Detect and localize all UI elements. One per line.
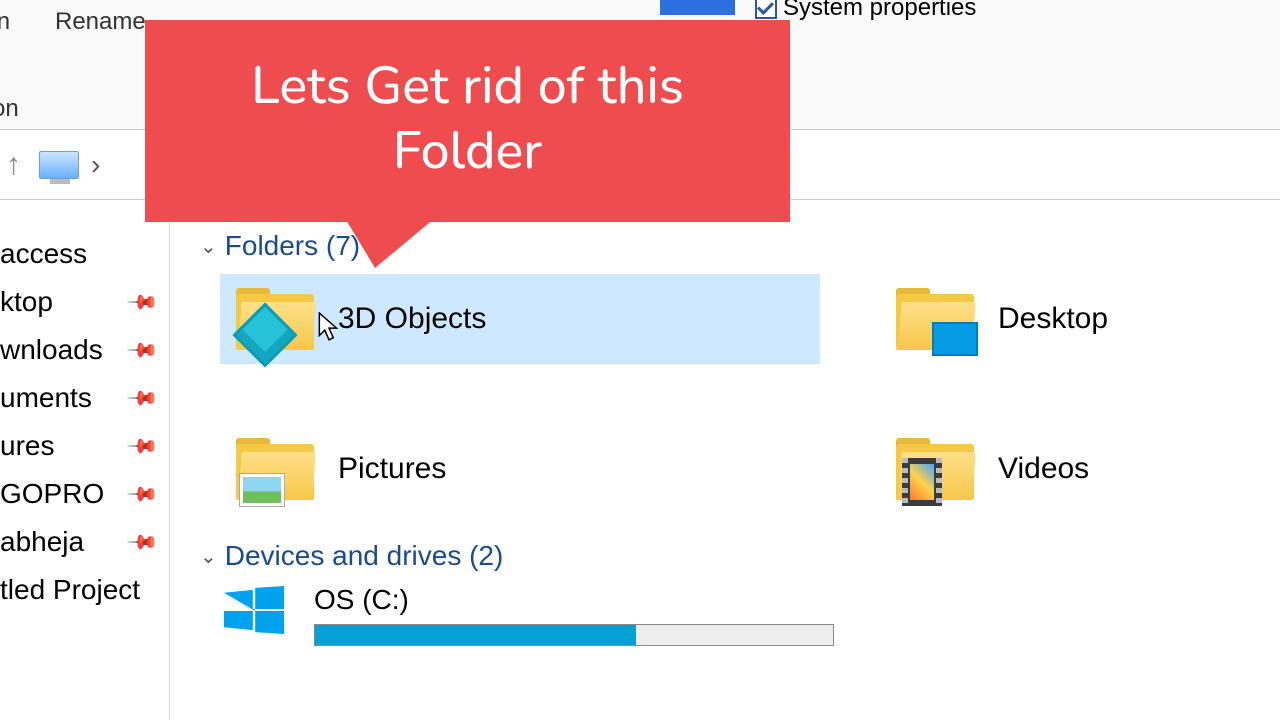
pin-icon: 📌 [125,332,160,367]
sidebar-item-desktop[interactable]: ktop 📌 [0,278,169,326]
sidebar-item-pictures[interactable]: ures 📌 [0,422,169,470]
folder-label: Pictures [338,452,446,486]
ribbon-rename-button[interactable]: Rename [55,8,146,36]
drive-os-c[interactable]: OS (C:) [220,584,834,648]
content-pane: ⌄ Folders (7) 3D Objects Desktop [170,200,1280,720]
pin-icon: 📌 [125,380,160,415]
group-header-drives[interactable]: ⌄ Devices and drives (2) [200,540,1280,572]
drives-row: OS (C:) DATA (D:) [200,584,1280,648]
folder-desktop[interactable]: Desktop [880,274,1180,364]
monitor-icon [932,322,978,356]
folder-label: Videos [998,452,1089,486]
photo-icon [240,474,284,506]
folder-3d-objects[interactable]: 3D Objects [220,274,820,364]
sidebar-item-gopro[interactable]: GOPRO 📌 [0,470,169,518]
folder-icon [236,288,314,350]
folder-pictures[interactable]: Pictures [220,424,820,514]
chevron-down-icon: ⌄ [200,544,217,569]
navigation-sidebar: access ktop 📌 wnloads 📌 uments 📌 ures 📌 … [0,200,170,720]
sidebar-item-documents[interactable]: uments 📌 [0,374,169,422]
drive-icon [220,584,292,640]
annotation-callout: Lets Get rid of this Folder [145,20,790,222]
sidebar-item-quick-access[interactable]: access [0,230,169,278]
sidebar-item-label: ures [0,430,54,462]
folder-videos[interactable]: Videos [880,424,1180,514]
sidebar-item-label: ktop [0,286,53,318]
sidebar-item-label: tled Project [0,574,140,606]
group-header-label: Devices and drives (2) [225,540,504,572]
folder-icon [896,288,974,350]
drive-usage-bar [314,624,834,646]
this-pc-icon [39,151,79,179]
checkbox-icon [755,0,777,19]
sidebar-item-label: wnloads [0,334,103,366]
ribbon-section-label: tion [0,95,19,123]
sidebar-item-label: abheja [0,526,84,558]
sidebar-item-untitled-project[interactable]: tled Project [0,566,169,614]
folder-label: Desktop [998,302,1108,336]
system-properties-label: System properties [783,0,976,22]
windows-logo-icon [224,586,284,634]
folder-icon [236,438,314,500]
pin-icon: 📌 [125,428,160,463]
pin-icon: 📌 [125,284,160,319]
sidebar-item-abheja[interactable]: abheja 📌 [0,518,169,566]
system-properties-item[interactable]: System properties [755,0,976,22]
system-properties-icon [660,0,735,15]
pin-icon: 📌 [125,476,160,511]
chevron-down-icon: ⌄ [200,234,217,259]
drive-label: OS (C:) [314,584,834,616]
sidebar-item-label: access [0,238,87,270]
sidebar-item-label: GOPRO [0,478,104,510]
nav-up-icon[interactable]: ↑ [6,148,21,182]
main-area: access ktop 📌 wnloads 📌 uments 📌 ures 📌 … [0,200,1280,720]
sidebar-item-downloads[interactable]: wnloads 📌 [0,326,169,374]
folders-grid: 3D Objects Desktop Pictures [200,274,1280,540]
sidebar-item-label: uments [0,382,92,414]
folder-label: 3D Objects [338,302,486,336]
group-header-label: Folders (7) [225,230,360,262]
folder-icon [896,438,974,500]
pin-icon: 📌 [125,524,160,559]
breadcrumb-separator-icon: › [91,149,100,181]
ribbon-open-button[interactable]: pen [0,8,10,36]
annotation-text: Lets Get rid of this Folder [251,51,684,187]
film-icon [902,458,942,506]
